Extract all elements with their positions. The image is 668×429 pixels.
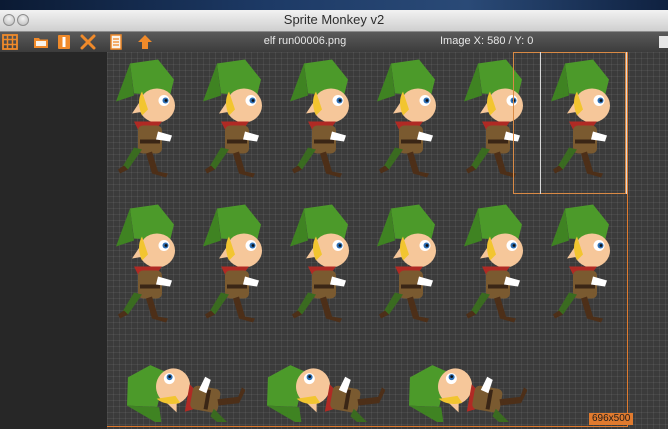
elf-frame xyxy=(464,204,523,323)
toolbar: elf run00006.png Image X: 580 / Y: 0 xyxy=(0,32,668,53)
open-button[interactable] xyxy=(31,32,51,52)
document-button[interactable] xyxy=(106,32,126,52)
elf-frame xyxy=(377,204,436,323)
grid-icon xyxy=(2,34,18,50)
split-icon xyxy=(58,35,70,49)
elf-frame-falling xyxy=(267,365,385,422)
document-icon xyxy=(110,34,122,50)
sprite-canvas[interactable]: 696x500 xyxy=(107,52,668,429)
elf-frame xyxy=(203,59,262,178)
elf-frame xyxy=(290,204,349,323)
current-filename: elf run00006.png xyxy=(263,35,347,47)
frames-sidebar xyxy=(0,52,107,429)
toolbar-toggle[interactable] xyxy=(659,36,668,48)
export-button[interactable] xyxy=(135,32,155,52)
delete-button[interactable] xyxy=(78,32,98,52)
elf-frame xyxy=(551,204,610,323)
title-bar: Sprite Monkey v2 xyxy=(0,10,668,32)
elf-frame-falling xyxy=(127,365,245,422)
desktop-strip xyxy=(0,0,668,10)
selected-frame[interactable] xyxy=(513,52,626,194)
open-folder-icon xyxy=(34,38,48,48)
grid-button[interactable] xyxy=(0,32,20,52)
elf-frame-falling xyxy=(409,365,527,422)
export-arrow-icon xyxy=(138,35,152,49)
elf-frame xyxy=(203,204,262,323)
elf-frame xyxy=(116,204,175,323)
elf-frame xyxy=(377,59,436,178)
delete-icon xyxy=(80,34,96,50)
image-coordinates: Image X: 580 / Y: 0 xyxy=(440,35,534,47)
window-title: Sprite Monkey v2 xyxy=(283,12,385,27)
split-button[interactable] xyxy=(54,32,74,52)
elf-frame xyxy=(290,59,349,178)
selection-guide-right xyxy=(626,52,627,194)
selection-guide-left xyxy=(540,52,541,194)
elf-frame xyxy=(116,59,175,178)
sheet-size-label: 696x500 xyxy=(589,413,634,425)
